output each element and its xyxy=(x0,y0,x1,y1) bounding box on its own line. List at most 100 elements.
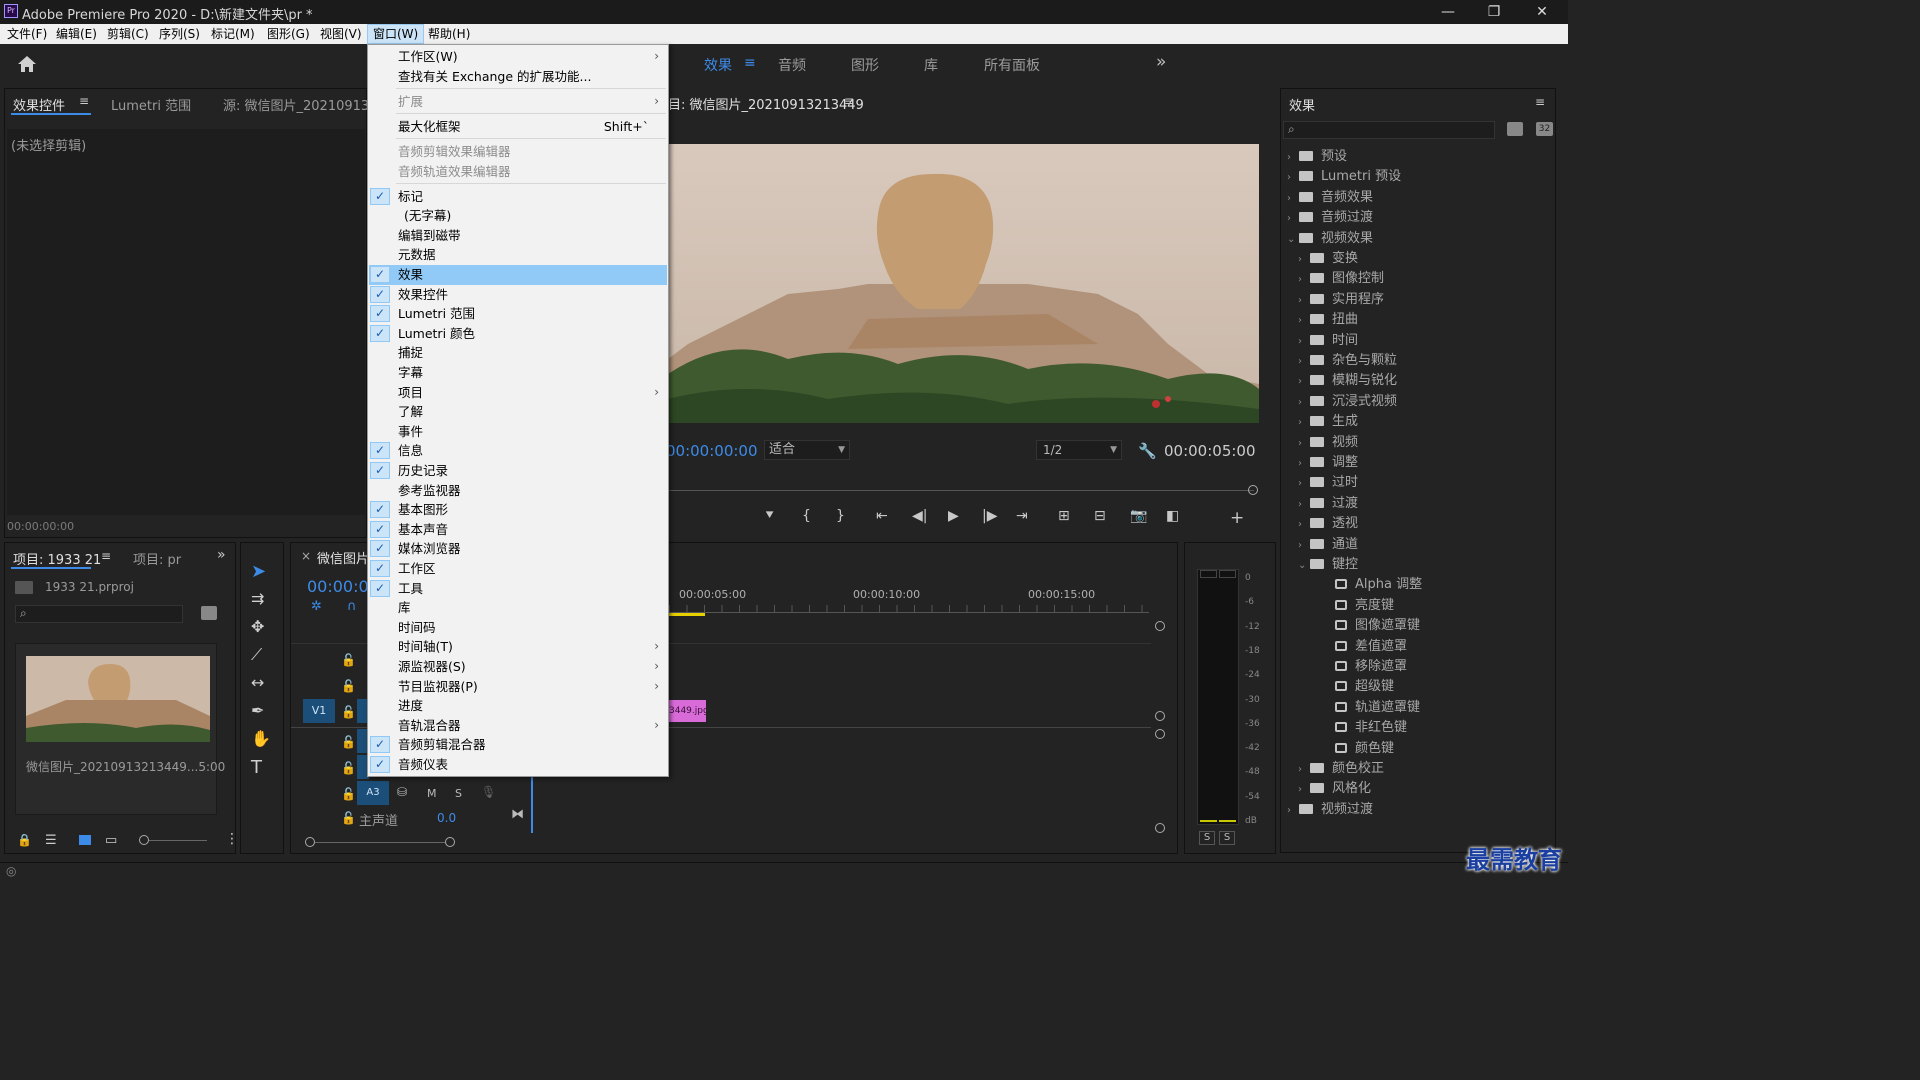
close-tab-icon[interactable]: × xyxy=(301,549,311,563)
track-select-tool-icon[interactable]: ⇉ xyxy=(251,589,264,608)
clip-thumbnail-card[interactable]: 微信图片_20210913213449...5:00 xyxy=(15,643,225,815)
window-menu-item[interactable]: 参考监视器 xyxy=(369,481,667,501)
type-tool-icon[interactable]: T xyxy=(251,757,262,778)
effects-tree-item[interactable]: 移除遮罩 xyxy=(1309,657,1407,677)
window-menu-item[interactable]: ✓ 基本图形 xyxy=(369,500,667,520)
window-menu-item[interactable]: 元数据 xyxy=(369,245,667,265)
effects-panel-title[interactable]: 效果 xyxy=(1289,95,1315,114)
effects-search-input[interactable]: ⌕ xyxy=(1283,121,1495,139)
lock-track-icon[interactable]: 🔓 xyxy=(341,761,356,775)
chevron-right-icon[interactable]: › xyxy=(1298,413,1310,433)
menu-window[interactable]: 窗口(W) xyxy=(367,24,425,44)
effects-tree-item[interactable]: › 模糊与锐化 xyxy=(1298,371,1397,391)
lock-track-icon[interactable]: 🔓 xyxy=(341,679,356,693)
more-options-icon[interactable]: ⋮ xyxy=(225,831,239,847)
chevron-right-icon[interactable]: › xyxy=(1298,536,1310,556)
chevron-right-icon[interactable]: › xyxy=(1298,760,1310,780)
workspace-tab-all-panels[interactable]: 所有面板 xyxy=(984,55,1040,75)
chevron-right-icon[interactable]: › xyxy=(1287,801,1299,821)
new-bin-icon[interactable] xyxy=(201,606,217,620)
project-search-input[interactable]: ⌕ xyxy=(15,605,183,623)
chevron-right-icon[interactable]: › xyxy=(1298,474,1310,494)
scroll-handle-bottom[interactable] xyxy=(1155,823,1165,833)
compare-icon[interactable]: ◧ xyxy=(1166,508,1179,524)
chevron-down-icon[interactable]: ⌄ xyxy=(1298,556,1310,576)
program-timecode-current[interactable]: 00:00:00:00 xyxy=(666,442,758,460)
hand-tool-icon[interactable]: ✋ xyxy=(251,729,271,748)
chevron-right-icon[interactable]: › xyxy=(1287,189,1299,209)
window-menu-item[interactable]: 源监视器(S) › xyxy=(369,657,667,677)
marker-icon[interactable]: ⯆ xyxy=(764,508,775,524)
scrubber-end-handle[interactable] xyxy=(1248,485,1258,495)
effects-tree-item[interactable]: 轨道遮罩键 xyxy=(1309,698,1420,718)
scroll-handle-mid[interactable] xyxy=(1155,711,1165,721)
magnet-icon[interactable]: ∩ xyxy=(347,599,357,614)
chevron-right-icon[interactable]: › xyxy=(1298,311,1310,331)
zoom-handle-right[interactable] xyxy=(445,837,455,847)
go-to-in-icon[interactable]: ⇤ xyxy=(876,508,888,524)
effects-tree-item[interactable]: 非红色键 xyxy=(1309,718,1407,738)
panel-menu-icon[interactable]: ≡ xyxy=(79,94,89,108)
effects-tree-item[interactable]: › 过时 xyxy=(1298,473,1358,493)
track-a3-target[interactable]: A3 xyxy=(357,781,389,805)
window-menu-item[interactable]: 音频剪辑效果编辑器 xyxy=(369,142,667,162)
effects-tree-item[interactable]: › 预设 xyxy=(1287,147,1347,167)
step-back-icon[interactable]: ◀| xyxy=(912,508,927,524)
effects-tree-item[interactable]: › 风格化 xyxy=(1298,779,1371,799)
window-menu-item[interactable]: 了解 xyxy=(369,402,667,422)
zoom-slider-track[interactable] xyxy=(149,840,207,841)
window-menu-item[interactable]: (无字幕) xyxy=(369,206,667,226)
workspace-tab-graphics[interactable]: 图形 xyxy=(851,55,879,75)
chevron-right-icon[interactable]: › xyxy=(1298,332,1310,352)
master-volume-value[interactable]: 0.0 xyxy=(437,811,456,825)
chevron-right-icon[interactable]: › xyxy=(1287,209,1299,229)
effects-tree-item[interactable]: › 视频过渡 xyxy=(1287,800,1373,820)
effects-tree-item[interactable]: 超级键 xyxy=(1309,677,1394,697)
maximize-button[interactable]: ❐ xyxy=(1474,2,1514,22)
window-menu-item[interactable]: ✓ 媒体浏览器 xyxy=(369,539,667,559)
chevron-right-icon[interactable]: › xyxy=(1298,352,1310,372)
chevron-right-icon[interactable]: › xyxy=(1298,434,1310,454)
menu-view[interactable]: 视图(V) xyxy=(315,24,367,44)
effects-tree-item[interactable]: › 实用程序 xyxy=(1298,290,1384,310)
hamburger-icon[interactable]: ≡ xyxy=(744,55,756,71)
snap-icon[interactable]: ✲ xyxy=(311,599,322,614)
camera-icon[interactable]: 📷 xyxy=(1130,508,1147,524)
zoom-scrollbar[interactable] xyxy=(315,842,445,843)
effects-tree-item[interactable]: › 生成 xyxy=(1298,412,1358,432)
icon-view-icon[interactable] xyxy=(79,835,91,845)
fit-dropdown[interactable]: 适合 ▼ xyxy=(764,440,850,460)
window-menu-item[interactable]: 节目监视器(P) › xyxy=(369,677,667,697)
overwrite-icon[interactable]: ⊟ xyxy=(1094,508,1106,524)
effects-tree-item[interactable]: ⌄ 视频效果 xyxy=(1287,229,1373,249)
track-v1-target[interactable]: V1 xyxy=(303,699,335,723)
chevron-right-icon[interactable]: › xyxy=(1287,168,1299,188)
tab-effect-controls[interactable]: 效果控件 xyxy=(13,95,65,114)
effects-tree-item[interactable]: Alpha 调整 xyxy=(1309,575,1422,595)
solo-left-button[interactable]: S xyxy=(1199,831,1215,845)
chevron-right-icon[interactable]: › xyxy=(1298,780,1310,800)
step-forward-icon[interactable]: |▶ xyxy=(982,508,997,524)
work-area-bar[interactable] xyxy=(669,613,705,616)
window-menu-item[interactable]: ✓ 音频剪辑混合器 xyxy=(369,735,667,755)
lock-track-icon[interactable]: 🔓 xyxy=(341,811,356,825)
window-menu-item[interactable]: ✓ 工具 xyxy=(369,579,667,599)
list-view-icon[interactable]: ☰ xyxy=(45,833,57,848)
chevron-right-icon[interactable]: › xyxy=(1298,270,1310,290)
solo-right-button[interactable]: S xyxy=(1219,831,1235,845)
home-icon[interactable] xyxy=(16,54,38,74)
effects-tree-item[interactable]: › 颜色校正 xyxy=(1298,759,1384,779)
effects-tree-item[interactable]: › 视频 xyxy=(1298,433,1358,453)
scroll-handle-mid2[interactable] xyxy=(1155,729,1165,739)
add-button-icon[interactable]: + xyxy=(1230,508,1244,528)
lock-track-icon[interactable]: 🔓 xyxy=(341,653,356,667)
effects-tree-item[interactable]: › 杂色与颗粒 xyxy=(1298,351,1397,371)
timeline-clip[interactable]: 3449.jpg xyxy=(669,700,706,722)
program-monitor-title[interactable]: 目: 微信图片_20210913213449 xyxy=(668,94,864,113)
workspace-tab-libraries[interactable]: 库 xyxy=(924,55,938,75)
tab-project-pr[interactable]: 项目: pr xyxy=(133,549,181,568)
chevron-right-icon[interactable]: › xyxy=(1298,393,1310,413)
effects-tree-item[interactable]: › 音频效果 xyxy=(1287,188,1373,208)
go-to-end-icon[interactable]: ⧓ xyxy=(511,807,524,822)
more-workspaces-icon[interactable]: » xyxy=(1156,52,1166,72)
